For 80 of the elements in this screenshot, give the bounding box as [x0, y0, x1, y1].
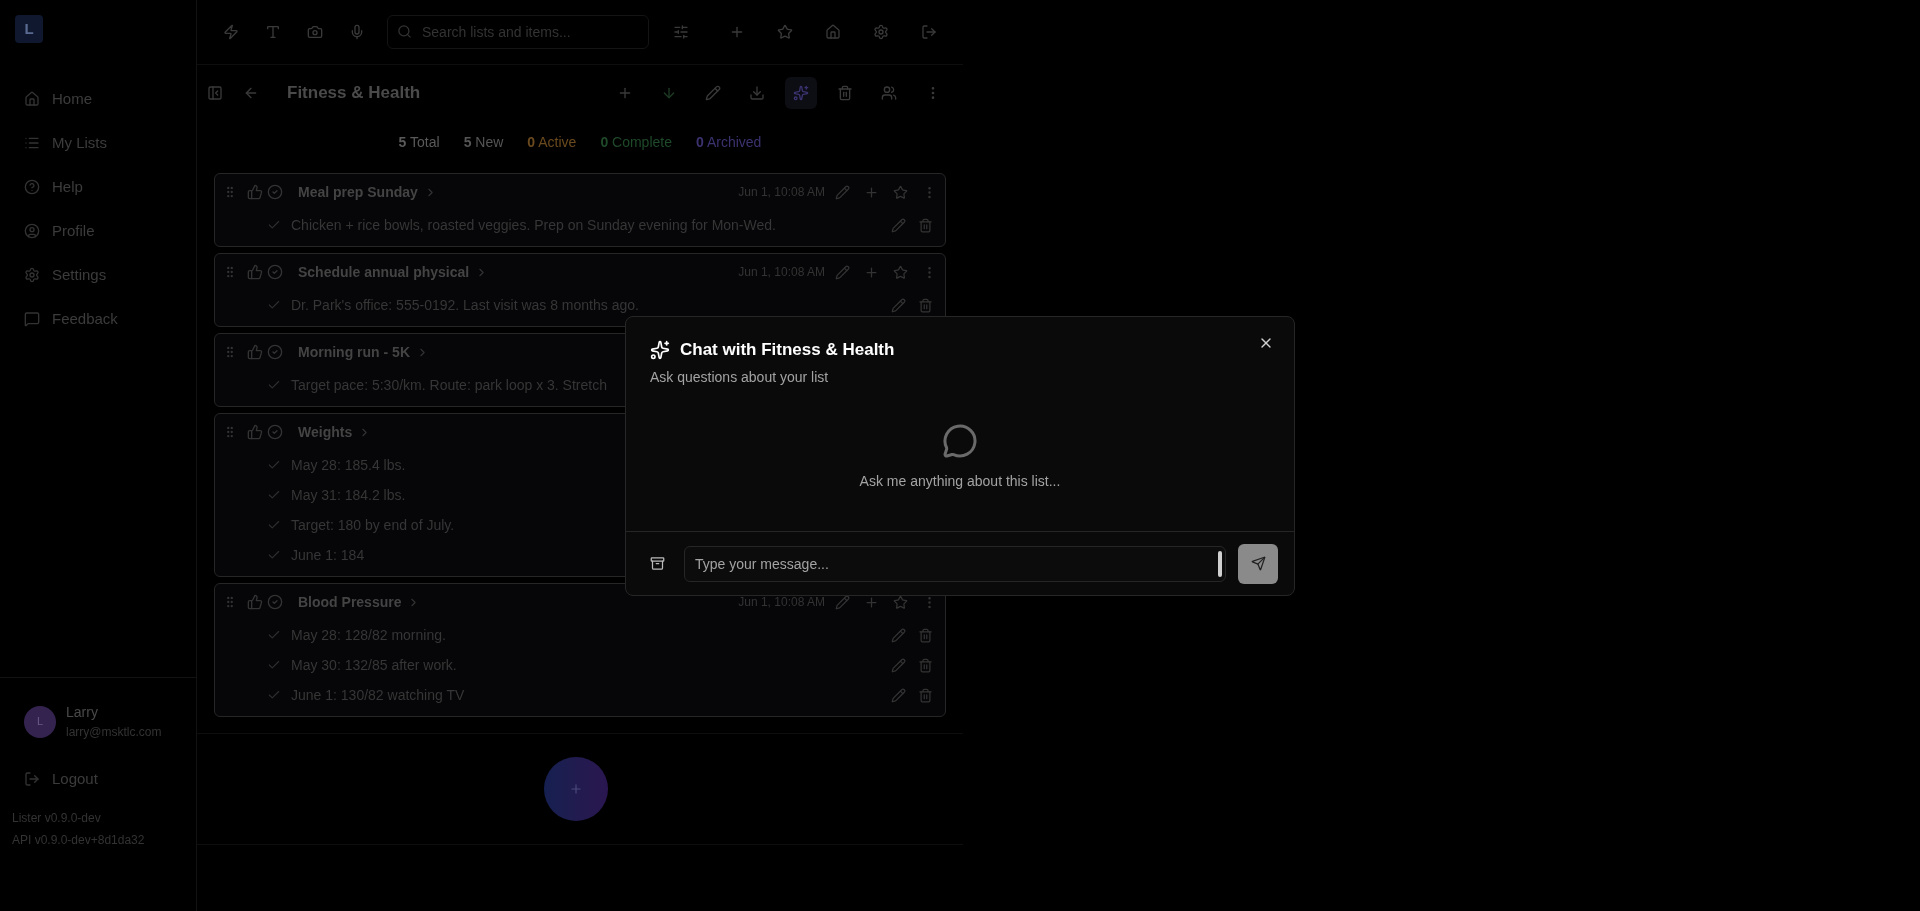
user-icon: [24, 223, 40, 239]
edit-icon[interactable]: [891, 217, 906, 233]
check-icon[interactable]: [267, 298, 281, 312]
stat-count: 0 Complete: [600, 132, 672, 152]
home-icon: [24, 91, 40, 107]
delete-icon[interactable]: [918, 297, 933, 313]
check-circle-icon[interactable]: [267, 264, 283, 280]
card-title[interactable]: Morning run - 5K: [298, 341, 410, 363]
user-avatar: L: [24, 705, 56, 738]
logout-icon: [24, 771, 40, 787]
delete-icon[interactable]: [918, 217, 933, 233]
edit-icon[interactable]: [891, 627, 906, 643]
check-circle-icon[interactable]: [267, 594, 283, 610]
thumbs-up-icon[interactable]: [247, 184, 263, 200]
stat-count: 0 Archived: [696, 132, 762, 152]
nav-item[interactable]: Profile: [12, 215, 184, 247]
check-icon[interactable]: [267, 378, 281, 392]
card-title[interactable]: Schedule annual physical: [298, 261, 470, 283]
message-field[interactable]: Type your message...: [684, 545, 1226, 582]
check-icon[interactable]: [267, 488, 281, 502]
star-icon[interactable]: [893, 594, 908, 610]
edit-icon[interactable]: [891, 297, 906, 313]
list-title: Fitness & Health: [287, 82, 421, 105]
stat-count: 5 Total: [398, 132, 440, 152]
check-circle-icon[interactable]: [267, 424, 283, 440]
thumbs-up-icon[interactable]: [247, 594, 263, 610]
check-icon[interactable]: [267, 658, 281, 672]
star-icon[interactable]: [893, 184, 908, 200]
delete-icon[interactable]: [918, 657, 933, 673]
nav-item[interactable]: Feedback: [12, 303, 184, 335]
settings-icon: [24, 267, 40, 283]
user-name: Larry: [66, 703, 99, 722]
dialog-title: Chat with Fitness & Health: [680, 339, 895, 361]
search-icon: [397, 24, 412, 39]
add-icon[interactable]: [864, 184, 879, 200]
stat-count: 0 Active: [527, 132, 577, 152]
message-icon: [24, 311, 40, 327]
plus-icon: [569, 782, 583, 796]
check-icon[interactable]: [267, 518, 281, 532]
edit-icon[interactable]: [835, 594, 850, 610]
help-icon: [24, 179, 40, 195]
logout-link[interactable]: Logout: [12, 763, 184, 795]
nav-item[interactable]: My Lists: [12, 127, 184, 159]
card-title[interactable]: Meal prep Sunday: [298, 181, 418, 203]
check-icon[interactable]: [267, 548, 281, 562]
input-scrollbar[interactable]: [1218, 550, 1222, 577]
add-icon[interactable]: [864, 264, 879, 280]
send-icon: [1250, 556, 1266, 571]
edit-icon[interactable]: [835, 184, 850, 200]
edit-icon[interactable]: [835, 264, 850, 280]
thumbs-up-icon[interactable]: [247, 424, 263, 440]
sparkle-icon[interactable]: [785, 77, 817, 109]
delete-icon[interactable]: [918, 687, 933, 703]
edit-icon[interactable]: [891, 657, 906, 673]
check-circle-icon[interactable]: [267, 344, 283, 360]
card-title[interactable]: Weights: [298, 421, 353, 443]
send-button[interactable]: [1238, 543, 1278, 584]
add-icon[interactable]: [864, 594, 879, 610]
check-icon[interactable]: [267, 688, 281, 702]
nav-item[interactable]: Help: [12, 171, 184, 203]
nav-item[interactable]: Settings: [12, 259, 184, 291]
check-circle-icon[interactable]: [267, 184, 283, 200]
stat-count: 5 New: [463, 132, 504, 152]
nav-item[interactable]: Home: [12, 83, 184, 115]
list-icon: [24, 135, 40, 151]
check-icon[interactable]: [267, 628, 281, 642]
dialog-subtitle: Ask questions about your list: [650, 367, 830, 387]
card-title[interactable]: Blood Pressure: [298, 591, 402, 613]
thumbs-up-icon[interactable]: [247, 344, 263, 360]
thumbs-up-icon[interactable]: [247, 264, 263, 280]
edit-icon[interactable]: [891, 687, 906, 703]
delete-icon[interactable]: [918, 627, 933, 643]
star-icon[interactable]: [893, 264, 908, 280]
check-icon[interactable]: [267, 218, 281, 232]
check-icon[interactable]: [267, 458, 281, 472]
sparkle-icon: [650, 339, 670, 360]
empty-state-text: Ask me anything about this list...: [859, 471, 1061, 491]
archive-icon: [649, 556, 665, 571]
app-logo[interactable]: L: [15, 15, 43, 43]
chat-bubble-icon: [942, 422, 978, 459]
